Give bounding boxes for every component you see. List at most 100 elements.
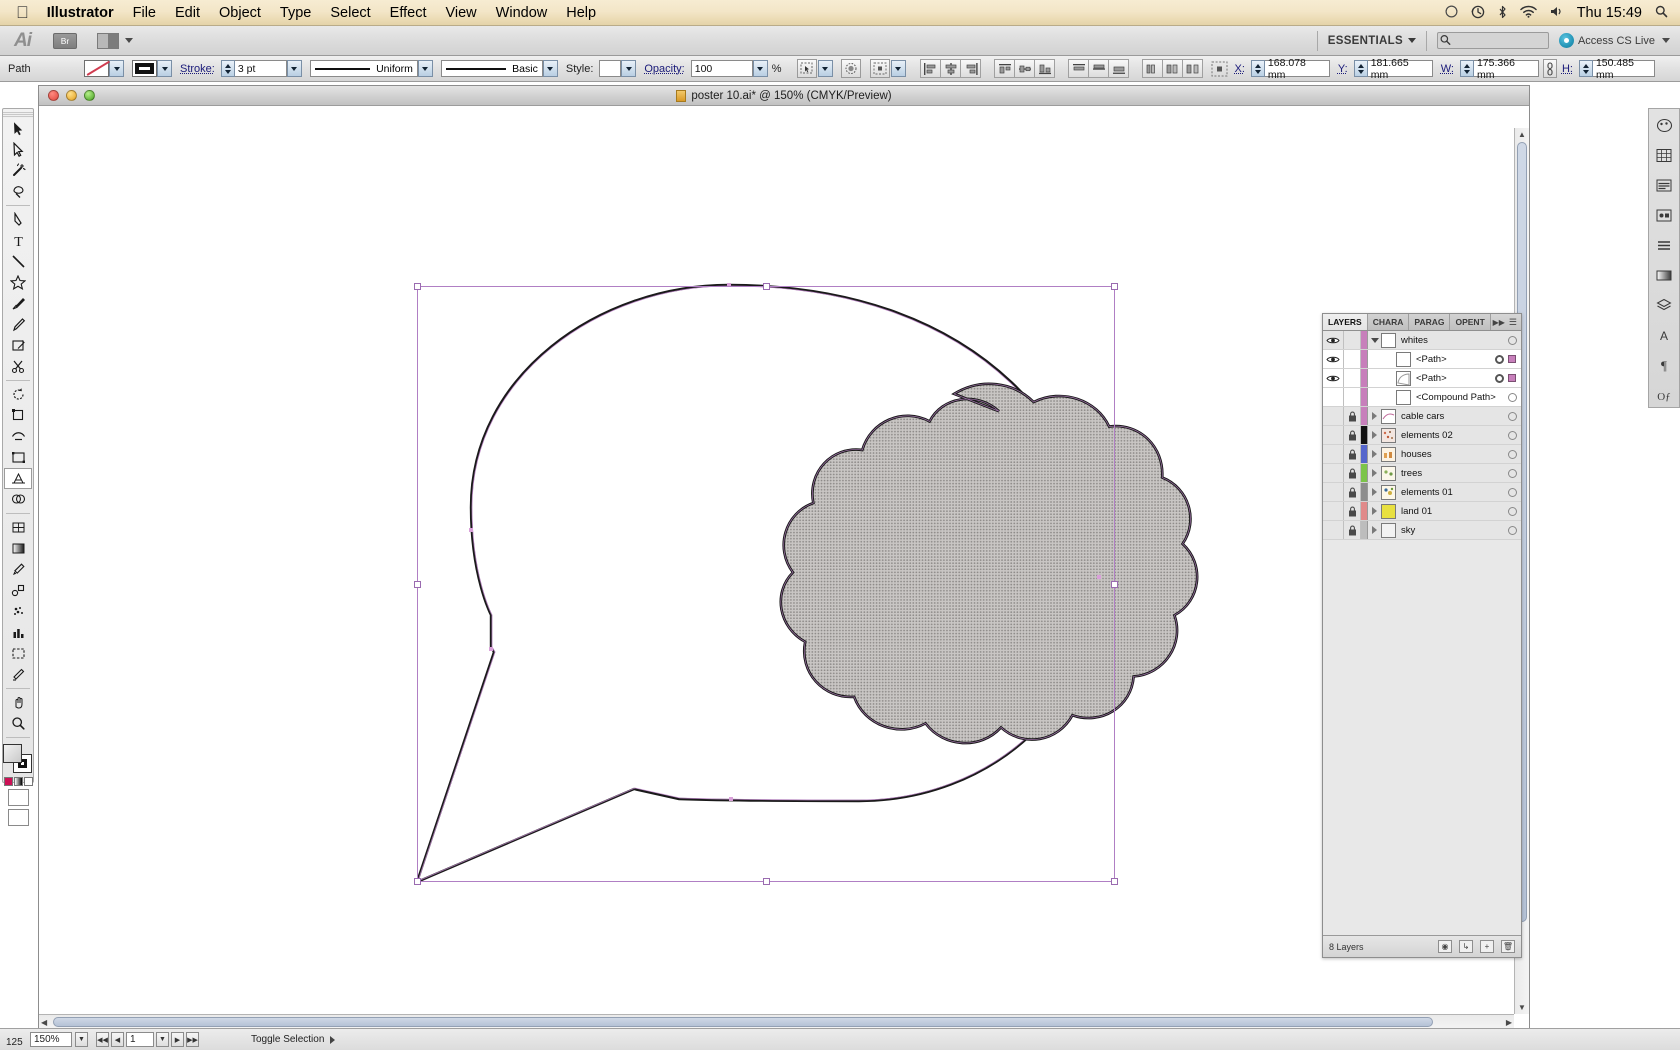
target-indicator[interactable] — [1508, 487, 1517, 497]
tab-paragraph[interactable]: PARAG — [1409, 314, 1451, 330]
target-indicator[interactable] — [1508, 411, 1517, 421]
slice-tool[interactable] — [4, 664, 32, 685]
create-sublayer-icon[interactable]: ↳ — [1459, 940, 1473, 953]
bluetooth-icon[interactable] — [1498, 5, 1507, 21]
brush-definition-dropdown[interactable] — [542, 60, 558, 77]
scroll-left-icon[interactable]: ◀ — [41, 1018, 47, 1027]
panel-menu-icon[interactable]: ☰ — [1509, 317, 1517, 328]
swatches-panel-icon[interactable] — [1653, 145, 1675, 165]
lock-toggle[interactable] — [1344, 445, 1361, 463]
previous-artboard-button[interactable]: ◀ — [111, 1032, 124, 1047]
lock-toggle[interactable] — [1344, 388, 1361, 406]
eraser-scissors-tool[interactable] — [4, 356, 32, 377]
screen-mode-button[interactable] — [7, 789, 29, 806]
layer-name[interactable]: cable cars — [1401, 411, 1508, 422]
horizontal-scrollbar-thumb[interactable] — [53, 1017, 1433, 1027]
menu-item-view[interactable]: View — [445, 5, 476, 21]
menu-app-name[interactable]: Illustrator — [47, 5, 114, 21]
access-cs-live-button[interactable]: Access CS Live — [1558, 33, 1670, 48]
lock-toggle[interactable] — [1344, 483, 1361, 501]
artboard-tool[interactable] — [4, 643, 32, 664]
target-indicator[interactable] — [1508, 525, 1517, 535]
paintbrush-tool[interactable] — [4, 293, 32, 314]
layer-name[interactable]: <Compound Path> — [1416, 392, 1508, 403]
visibility-toggle[interactable] — [1323, 407, 1344, 425]
help-search-box[interactable] — [1436, 32, 1549, 49]
disclosure-toggle[interactable] — [1368, 337, 1381, 343]
disclosure-toggle[interactable] — [1368, 450, 1381, 458]
lasso-tool[interactable] — [4, 181, 32, 202]
target-indicator[interactable] — [1495, 373, 1504, 383]
rotate-tool[interactable] — [4, 384, 32, 405]
table-row[interactable]: whites — [1323, 331, 1521, 350]
stroke-color-dropdown[interactable] — [109, 60, 124, 77]
table-row[interactable]: land 01 — [1323, 502, 1521, 521]
eyedropper-tool[interactable] — [4, 559, 32, 580]
layer-name[interactable]: elements 02 — [1401, 430, 1508, 441]
next-artboard-button[interactable]: ▶ — [171, 1032, 184, 1047]
scroll-right-icon[interactable]: ▶ — [1506, 1018, 1512, 1027]
selection-tool[interactable] — [4, 118, 32, 139]
last-artboard-button[interactable]: ▶▶ — [186, 1032, 199, 1047]
scroll-up-icon[interactable]: ▲ — [1518, 130, 1526, 139]
selection-indicator[interactable] — [1508, 355, 1516, 363]
target-indicator[interactable] — [1508, 468, 1517, 478]
opacity-dropdown[interactable] — [752, 60, 768, 77]
target-indicator[interactable] — [1508, 392, 1517, 402]
shape-builder-tool[interactable] — [4, 489, 32, 510]
layer-name[interactable]: <Path> — [1416, 354, 1495, 365]
visibility-toggle[interactable] — [1323, 502, 1344, 520]
gradient-tool[interactable] — [4, 538, 32, 559]
menu-item-type[interactable]: Type — [280, 5, 311, 21]
menu-item-window[interactable]: Window — [496, 5, 548, 21]
scroll-down-icon[interactable]: ▼ — [1518, 1003, 1526, 1012]
hand-tool[interactable] — [4, 692, 32, 713]
w-stepper[interactable] — [1459, 60, 1474, 77]
vertical-align-top-icon[interactable] — [1067, 59, 1089, 78]
lock-toggle[interactable] — [1344, 331, 1361, 349]
visibility-toggle[interactable] — [1323, 521, 1344, 539]
lock-toggle[interactable] — [1344, 502, 1361, 520]
bbox-handle-n[interactable] — [763, 283, 770, 290]
menu-item-select[interactable]: Select — [330, 5, 370, 21]
target-indicator[interactable] — [1508, 430, 1517, 440]
table-row[interactable]: <Compound Path> — [1323, 388, 1521, 407]
line-segment-tool[interactable] — [4, 251, 32, 272]
fill-indicator[interactable] — [3, 744, 22, 763]
stroke-weight-stepper[interactable] — [220, 60, 235, 77]
align-center-horizontal-icon[interactable] — [939, 59, 961, 78]
status-display[interactable]: Toggle Selection — [251, 1034, 336, 1045]
layers-panel-icon[interactable] — [1653, 295, 1675, 315]
artboard-number-field[interactable]: 1 — [126, 1032, 154, 1047]
menu-item-help[interactable]: Help — [566, 5, 596, 21]
create-new-layer-icon[interactable]: + — [1480, 940, 1494, 953]
target-indicator[interactable] — [1508, 506, 1517, 516]
visibility-toggle[interactable] — [1323, 331, 1344, 349]
symbols-panel-icon[interactable] — [1653, 205, 1675, 225]
x-field[interactable]: 168.078 mm — [1264, 57, 1330, 81]
tab-opentype[interactable]: OPENT — [1450, 314, 1491, 330]
color-button[interactable] — [3, 777, 13, 786]
stroke-weight-dropdown[interactable] — [286, 60, 302, 77]
layer-name[interactable]: trees — [1401, 468, 1508, 479]
target-indicator[interactable] — [1508, 335, 1517, 345]
symbol-sprayer-tool[interactable] — [4, 601, 32, 622]
layer-name[interactable]: whites — [1401, 335, 1508, 346]
y-field[interactable]: 181.665 mm — [1367, 57, 1433, 81]
type-tool[interactable]: T — [4, 230, 32, 251]
tab-layers[interactable]: LAYERS — [1323, 314, 1368, 330]
h-field[interactable]: 150.485 mm — [1592, 57, 1655, 81]
direct-selection-tool[interactable] — [4, 139, 32, 160]
graphic-style-dropdown[interactable] — [621, 60, 637, 77]
vertical-align-center-icon[interactable] — [1087, 59, 1109, 78]
align-right-icon[interactable] — [959, 59, 981, 78]
distribute-equal-space-icon[interactable] — [1181, 59, 1203, 78]
opentype-panel-icon[interactable]: Oƒ — [1653, 385, 1675, 405]
width-warp-tool[interactable] — [4, 426, 32, 447]
select-similar-icon[interactable] — [796, 59, 817, 78]
fill-stroke-indicator[interactable] — [3, 744, 33, 774]
table-row[interactable]: elements 02 — [1323, 426, 1521, 445]
target-indicator[interactable] — [1495, 354, 1504, 364]
brushes-panel-icon[interactable] — [1653, 175, 1675, 195]
stroke-profile-dropdown[interactable] — [417, 60, 433, 77]
